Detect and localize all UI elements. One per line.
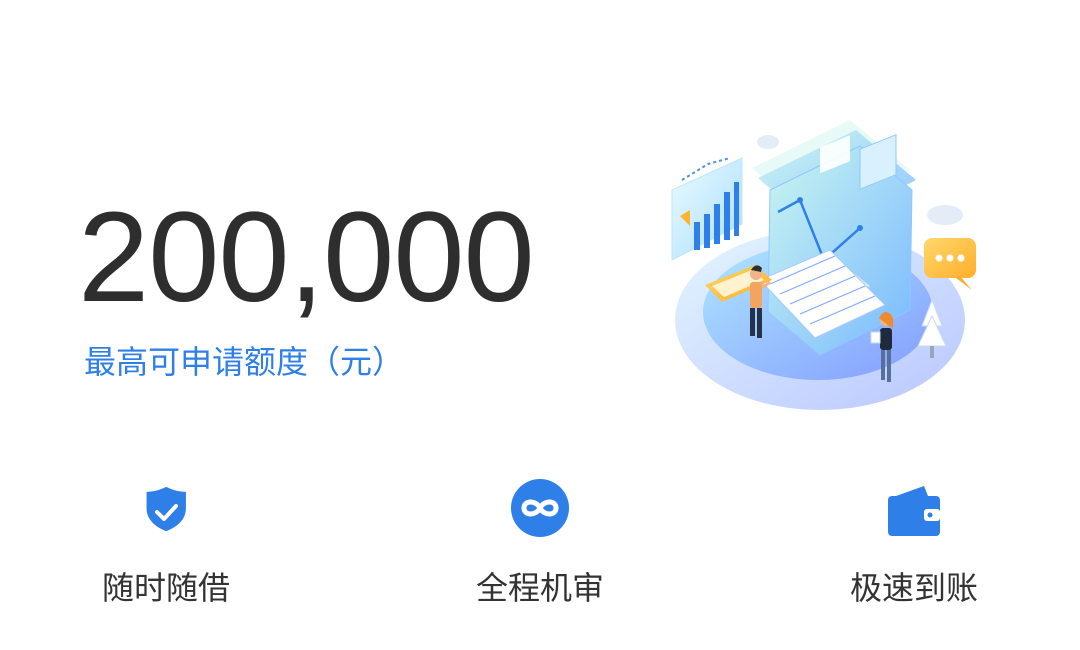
cloud-right bbox=[927, 205, 963, 225]
finance-illustration bbox=[671, 120, 976, 410]
feature-machine-review: 全程机审 bbox=[420, 478, 660, 608]
shield-check-icon bbox=[146, 486, 186, 532]
cloud-left bbox=[757, 135, 779, 149]
credit-amount: 200,000 bbox=[78, 186, 535, 329]
wallet-icon bbox=[888, 486, 940, 536]
credit-amount-label: 最高可申请额度（元） bbox=[84, 343, 405, 381]
feature-label: 全程机审 bbox=[475, 569, 604, 607]
infinity-icon bbox=[511, 479, 569, 537]
feature-borrow-anytime: 随时随借 bbox=[46, 478, 286, 608]
feature-label: 极速到账 bbox=[849, 569, 978, 607]
feature-fast-arrival: 极速到账 bbox=[794, 478, 1034, 608]
feature-label: 随时随借 bbox=[101, 569, 230, 607]
